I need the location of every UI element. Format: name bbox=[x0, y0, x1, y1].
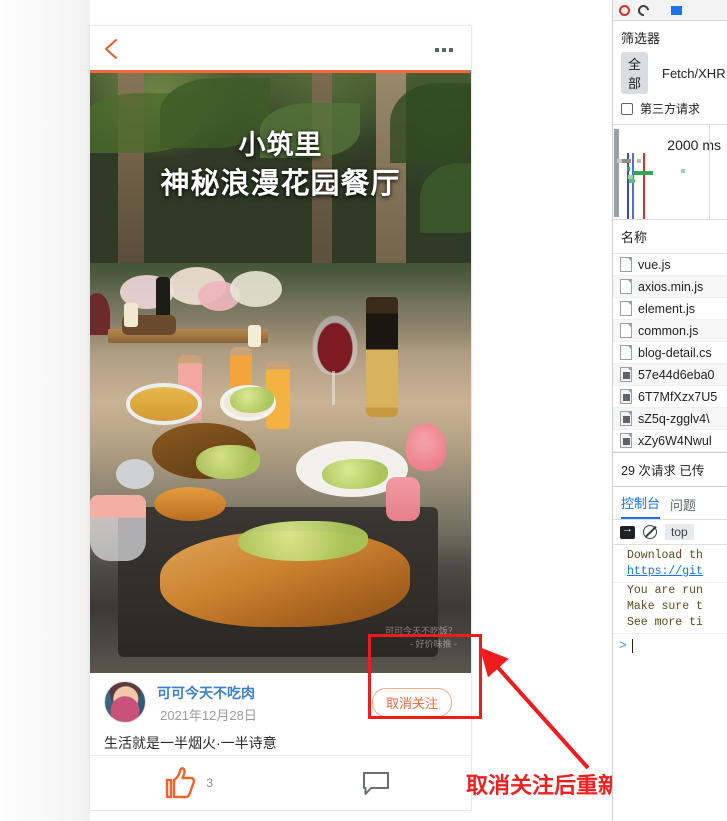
load-event-marker bbox=[643, 153, 645, 219]
prompt-chevron-icon: > bbox=[619, 638, 627, 653]
table-row[interactable]: vue.js bbox=[613, 254, 727, 276]
post-action-bar: 3 bbox=[89, 755, 472, 811]
image-file-icon bbox=[620, 367, 632, 382]
devtools-panel: 筛选器 全部 Fetch/XHR 第三方请求 2000 ms 名称 vue.js… bbox=[612, 0, 727, 821]
js-file-icon bbox=[620, 257, 632, 272]
request-name: 6T7MfXzx7U5 bbox=[638, 389, 718, 404]
console-message: You are run bbox=[627, 584, 703, 597]
thumbs-up-icon[interactable] bbox=[157, 763, 199, 803]
request-bar bbox=[681, 169, 685, 173]
post-body-line1: 生活就是一半烟火·一半诗意 bbox=[104, 735, 277, 751]
comment-bubble-icon[interactable] bbox=[361, 769, 391, 797]
overview-left-edge bbox=[614, 129, 619, 217]
request-name: sZ5q-zgglv4\ bbox=[638, 411, 710, 426]
screenshot-root: 小筑里 神秘浪漫花园餐厅 可可今天不吃饭？ - 好价味推 - 可可今天不吃肉 2… bbox=[0, 0, 727, 821]
request-name: element.js bbox=[638, 301, 695, 316]
console-prompt[interactable]: > bbox=[613, 634, 727, 654]
console-log: Download th https://git You are run Make… bbox=[613, 545, 727, 654]
image-file-icon bbox=[620, 411, 632, 426]
page-left-gradient bbox=[0, 0, 90, 821]
table-row[interactable]: sZ5q-zgglv4\ bbox=[613, 408, 727, 430]
author-name[interactable]: 可可今天不吃肉 bbox=[157, 683, 255, 703]
post-header bbox=[90, 26, 471, 73]
tab-issues[interactable]: 问题 bbox=[670, 495, 696, 519]
table-row[interactable]: 6T7MfXzx7U5 bbox=[613, 386, 727, 408]
request-name: axios.min.js bbox=[638, 279, 704, 294]
request-name: blog-detail.cs bbox=[638, 345, 712, 360]
photo-title-overlay: 小筑里 神秘浪漫花园餐厅 bbox=[90, 128, 471, 204]
load-marker bbox=[632, 153, 634, 219]
comment-action[interactable] bbox=[281, 769, 472, 797]
console-message: Download th bbox=[627, 549, 703, 562]
like-action[interactable]: 3 bbox=[90, 763, 281, 803]
js-file-icon bbox=[620, 301, 632, 316]
execute-icon[interactable] bbox=[620, 523, 635, 539]
overview-time-label: 2000 ms bbox=[667, 137, 721, 153]
console-message: See more ti bbox=[627, 616, 703, 629]
console-toolbar: top bbox=[613, 519, 727, 545]
console-tab-bar: 控制台 问题 bbox=[613, 487, 727, 519]
table-row[interactable]: 57e44d6eba0 bbox=[613, 364, 727, 386]
console-message-group: You are run Make sure t See more ti bbox=[613, 583, 727, 634]
network-request-list: vue.js axios.min.js element.js common.js… bbox=[613, 254, 727, 452]
table-row[interactable]: element.js bbox=[613, 298, 727, 320]
network-status-bar: 29 次请求 已传 bbox=[613, 452, 727, 487]
overview-divider bbox=[709, 125, 710, 219]
third-party-filter[interactable]: 第三方请求 bbox=[613, 100, 727, 124]
js-file-icon bbox=[620, 323, 632, 338]
more-horizontal-icon[interactable] bbox=[435, 48, 453, 53]
photo-title-line2: 神秘浪漫花园餐厅 bbox=[160, 168, 401, 200]
user-avatar[interactable] bbox=[104, 681, 146, 723]
filter-chip-all[interactable]: 全部 bbox=[621, 52, 649, 94]
request-name: 57e44d6eba0 bbox=[638, 367, 715, 382]
request-bar bbox=[627, 167, 630, 171]
network-column-header[interactable]: 名称 bbox=[613, 220, 727, 254]
reload-circle-icon[interactable] bbox=[635, 2, 652, 18]
css-file-icon bbox=[620, 345, 632, 360]
highlight-box bbox=[368, 634, 482, 719]
text-caret bbox=[631, 639, 633, 653]
tab-console[interactable]: 控制台 bbox=[621, 493, 661, 519]
image-file-icon bbox=[620, 389, 632, 404]
request-bar bbox=[629, 179, 635, 183]
like-count: 3 bbox=[206, 776, 214, 790]
stop-square-icon[interactable] bbox=[671, 5, 682, 15]
clear-console-icon[interactable] bbox=[643, 525, 657, 539]
console-context-selector[interactable]: top bbox=[665, 524, 694, 540]
image-file-icon bbox=[620, 433, 632, 448]
record-circle-icon[interactable] bbox=[619, 4, 630, 16]
console-message-group: Download th https://git bbox=[613, 548, 727, 583]
table-row[interactable]: common.js bbox=[613, 320, 727, 342]
post-date: 2021年12月28日 bbox=[160, 708, 257, 723]
network-overview-timeline[interactable]: 2000 ms bbox=[613, 124, 727, 220]
filter-chip-fetch-xhr[interactable]: Fetch/XHR bbox=[660, 64, 727, 83]
third-party-checkbox[interactable] bbox=[621, 102, 633, 115]
request-name: common.js bbox=[638, 323, 699, 338]
third-party-label: 第三方请求 bbox=[640, 102, 701, 116]
request-bar bbox=[633, 171, 653, 175]
js-file-icon bbox=[620, 279, 632, 294]
filter-chip-row: 全部 Fetch/XHR bbox=[613, 52, 727, 100]
table-row[interactable]: blog-detail.cs bbox=[613, 342, 727, 364]
request-name: vue.js bbox=[638, 257, 671, 272]
request-bar bbox=[637, 159, 641, 163]
devtools-toolbar bbox=[613, 0, 727, 21]
request-name: xZy6W4Nwul bbox=[638, 433, 712, 448]
console-message: Make sure t bbox=[627, 600, 703, 613]
pointer-arrow bbox=[479, 647, 590, 770]
chevron-left-icon[interactable] bbox=[103, 38, 121, 60]
table-row[interactable]: axios.min.js bbox=[613, 276, 727, 298]
request-bar bbox=[622, 159, 631, 163]
post-photo: 小筑里 神秘浪漫花园餐厅 可可今天不吃饭？ - 好价味推 - bbox=[90, 73, 471, 673]
filters-title: 筛选器 bbox=[621, 31, 661, 46]
photo-table-scene bbox=[90, 263, 471, 673]
photo-title-line1: 小筑里 bbox=[238, 130, 323, 160]
table-row[interactable]: xZy6W4Nwul bbox=[613, 430, 727, 452]
console-message-link[interactable]: https://git bbox=[613, 564, 727, 580]
